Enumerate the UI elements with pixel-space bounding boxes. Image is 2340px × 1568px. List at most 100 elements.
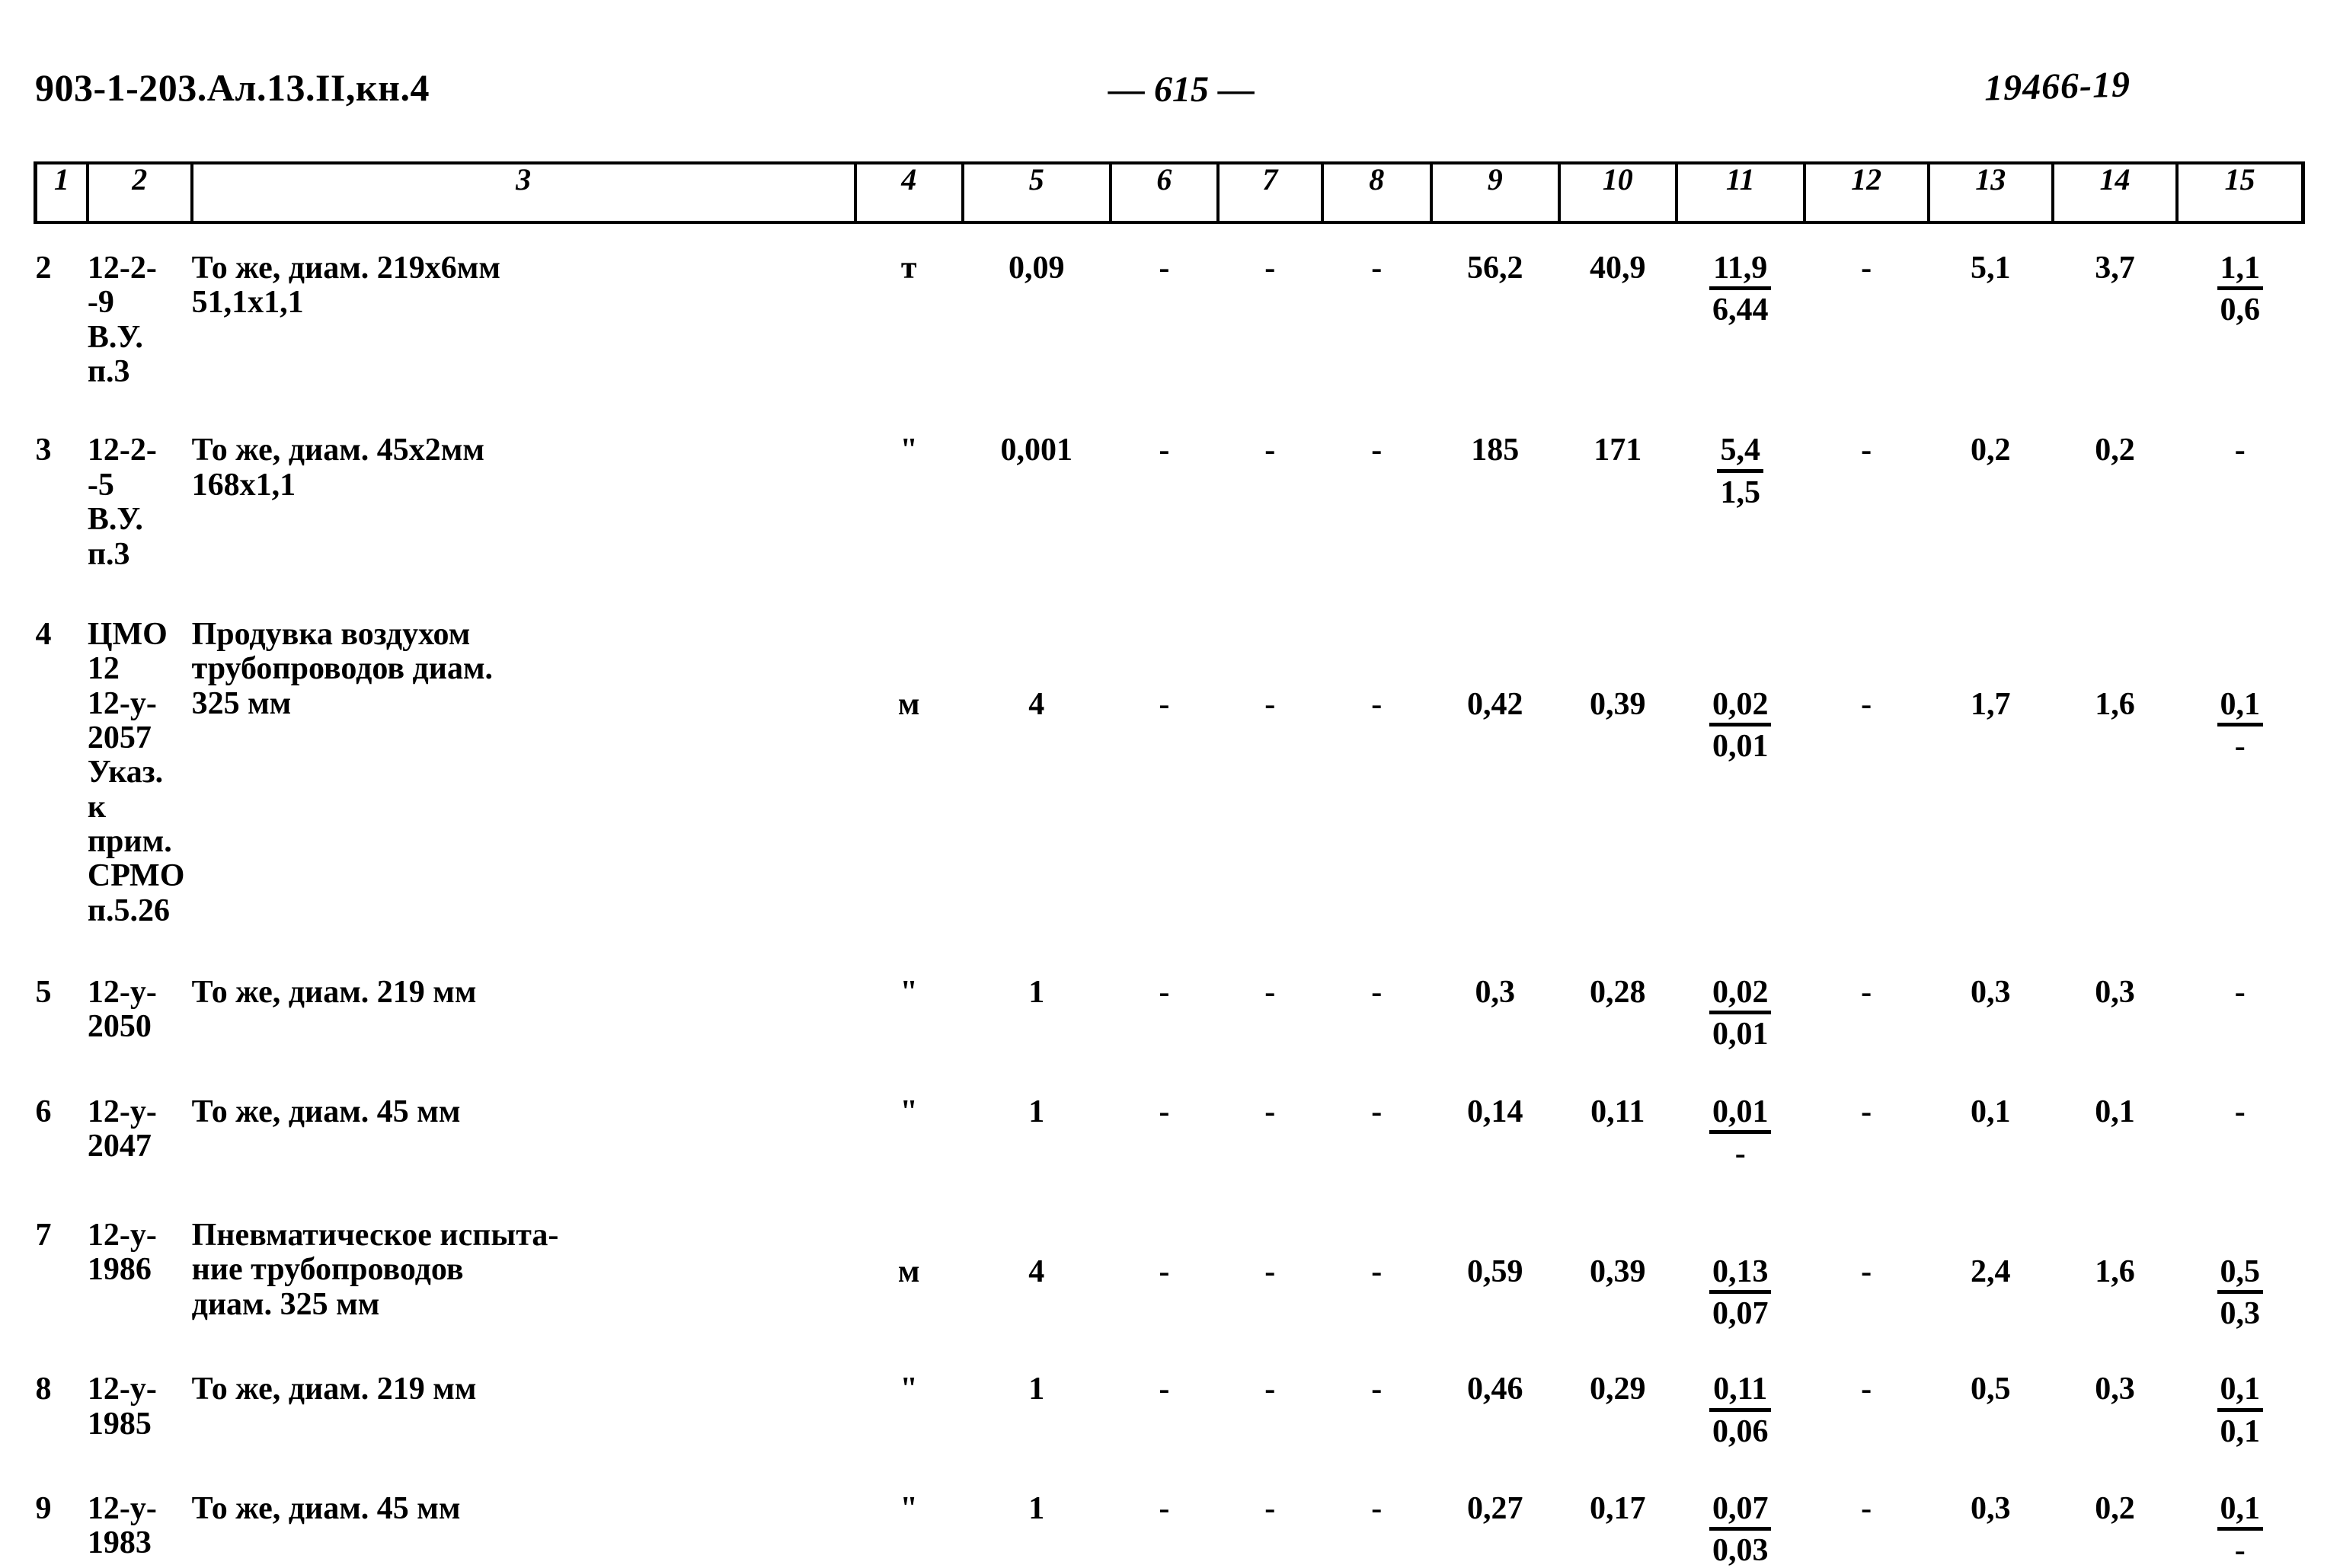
fraction-denominator: 0,3 bbox=[2220, 1296, 2261, 1332]
row-col8: - bbox=[1371, 1094, 1383, 1129]
row-col12: - bbox=[1861, 686, 1872, 722]
table-row: 2 12-2- -9 В.У. п.3 То же, диам. 219х6мм… bbox=[36, 251, 2303, 389]
row-col11: 0,02 0,01 bbox=[1677, 976, 1805, 1052]
fraction: 1,1 0,6 bbox=[2217, 251, 2264, 327]
table-row: 7 12-у- 1986 Пневматическое испыта- ние … bbox=[36, 1218, 2303, 1331]
table-row: 3 12-2- -5 В.У. п.3 То же, диам. 45х2мм … bbox=[35, 433, 2303, 572]
row-col13: 1,7 bbox=[1971, 686, 2011, 722]
row-col7: - bbox=[1264, 433, 1276, 468]
row-col9: 0,14 bbox=[1467, 1094, 1523, 1129]
column-header-15: 15 bbox=[2175, 161, 2306, 224]
row-col9: 0,3 bbox=[1475, 975, 1516, 1011]
row-col11: 0,11 0,06 bbox=[1677, 1372, 1805, 1448]
row-col5: 4 bbox=[1028, 1254, 1045, 1290]
fraction: 0,5 0,3 bbox=[2217, 1255, 2264, 1330]
fraction: 0,1 - bbox=[2217, 688, 2264, 763]
row-gap bbox=[36, 1171, 2303, 1218]
row-col8: - bbox=[1371, 1372, 1383, 1407]
table-row: 5 12-у- 2050 То же, диам. 219 мм " 1 - -… bbox=[36, 975, 2303, 1052]
row-unit: " bbox=[900, 1372, 918, 1407]
row-col12: - bbox=[1861, 433, 1872, 468]
row-number: 9 bbox=[35, 1490, 52, 1526]
row-code: 12-2- -9 В.У. п.3 bbox=[87, 251, 157, 390]
row-description: Продувка воздухом трубопроводов диам. 32… bbox=[191, 616, 494, 721]
row-code: ЦМО 12 12-у- 2057 Указ. к прим. СРМО п.5… bbox=[87, 616, 185, 928]
fraction: 0,01 - bbox=[1709, 1094, 1772, 1170]
row-col14: 1,6 bbox=[2095, 686, 2135, 722]
row-col11: 0,13 0,07 bbox=[1677, 1218, 1805, 1331]
stamp-number: 19466-19 bbox=[1984, 64, 2131, 109]
fraction-numerator: 0,11 bbox=[1709, 1372, 1772, 1412]
row-col14: 0,2 bbox=[2095, 1490, 2135, 1526]
row-col9: 0,59 bbox=[1467, 1254, 1523, 1290]
row-unit: м bbox=[897, 686, 920, 722]
row-col8: - bbox=[1371, 686, 1383, 722]
column-header-11: 11 bbox=[1674, 161, 1806, 224]
row-col6: - bbox=[1159, 975, 1170, 1011]
row-number: 7 bbox=[35, 1218, 52, 1253]
row-col11: 0,02 0,01 bbox=[1677, 618, 1805, 928]
fraction-numerator: 1,1 bbox=[2217, 251, 2264, 291]
column-header-row: 1 2 3 4 5 6 7 8 9 10 11 12 13 14 15 bbox=[33, 161, 2306, 224]
fraction: 5,4 1,5 bbox=[1717, 433, 1763, 509]
row-gap bbox=[36, 572, 2303, 618]
row-number: 8 bbox=[35, 1372, 52, 1407]
row-col7: - bbox=[1264, 1490, 1276, 1526]
row-unit: " bbox=[900, 1094, 918, 1129]
row-col15: - bbox=[2234, 1094, 2246, 1129]
fraction-denominator: 0,6 bbox=[2220, 292, 2261, 328]
row-code: 12-у- 1985 bbox=[87, 1372, 157, 1442]
row-col7: - bbox=[1264, 1094, 1276, 1129]
row-col12: - bbox=[1861, 1372, 1872, 1407]
row-col8: - bbox=[1371, 1490, 1383, 1526]
column-header-12: 12 bbox=[1802, 161, 1930, 224]
fraction-denominator: 1,5 bbox=[1720, 474, 1760, 510]
row-col10: 0,39 bbox=[1589, 1254, 1646, 1290]
row-col10: 40,9 bbox=[1589, 251, 1646, 286]
row-col5: 0,09 bbox=[1009, 251, 1065, 286]
row-col7: - bbox=[1264, 975, 1276, 1011]
fraction-denominator: 0,01 bbox=[1712, 728, 1769, 764]
row-col11: 0,01 - bbox=[1677, 1094, 1805, 1171]
fraction-denominator: 0,1 bbox=[2220, 1413, 2261, 1449]
row-col13: 0,3 bbox=[1971, 1490, 2011, 1526]
row-number: 2 bbox=[35, 251, 52, 286]
row-col5: 1 bbox=[1028, 1372, 1045, 1407]
page-header: 903-1-203.Ал.13.II,кн.4 — 615 — 19466-19 bbox=[0, 64, 2340, 126]
row-gap bbox=[36, 1331, 2303, 1372]
row-unit: " bbox=[900, 1490, 918, 1526]
row-number: 3 bbox=[35, 433, 52, 468]
fraction-numerator: 0,13 bbox=[1709, 1255, 1772, 1295]
table-row: 8 12-у- 1985 То же, диам. 219 мм " 1 - -… bbox=[36, 1372, 2303, 1448]
row-col15: 0,1 - bbox=[2177, 1492, 2303, 1568]
row-col13: 0,3 bbox=[1971, 975, 2011, 1011]
fraction-numerator: 0,02 bbox=[1709, 976, 1772, 1015]
row-gap bbox=[36, 1052, 2303, 1095]
row-col14: 0,3 bbox=[2095, 1372, 2135, 1407]
row-gap bbox=[36, 222, 2303, 251]
row-description: То же, диам. 219 мм bbox=[191, 1372, 477, 1407]
row-col7: - bbox=[1264, 251, 1276, 286]
fraction: 0,1 - bbox=[2217, 1492, 2264, 1567]
fraction: 0,11 0,06 bbox=[1709, 1372, 1772, 1448]
row-col15: 0,5 0,3 bbox=[2177, 1218, 2303, 1331]
row-col6: - bbox=[1159, 251, 1170, 286]
row-col11: 11,9 6,44 bbox=[1677, 251, 1805, 389]
row-code: 12-у- 2047 bbox=[87, 1094, 157, 1164]
row-col8: - bbox=[1371, 1254, 1383, 1290]
row-col6: - bbox=[1159, 1490, 1170, 1526]
row-col5: 1 bbox=[1028, 1490, 1045, 1526]
row-col10: 0,11 bbox=[1590, 1094, 1645, 1129]
row-code: 12-у- 2050 bbox=[87, 975, 157, 1045]
row-col8: - bbox=[1371, 433, 1383, 468]
row-col13: 0,5 bbox=[1971, 1372, 2011, 1407]
row-number: 4 bbox=[35, 616, 52, 652]
fraction-numerator: 0,1 bbox=[2217, 1372, 2264, 1412]
row-col5: 0,001 bbox=[1000, 433, 1073, 468]
fraction-denominator: 0,06 bbox=[1712, 1413, 1769, 1449]
fraction-numerator: 0,1 bbox=[2217, 688, 2264, 727]
fraction-numerator: 11,9 bbox=[1709, 251, 1772, 291]
fraction: 0,07 0,03 bbox=[1709, 1492, 1772, 1567]
row-col7: - bbox=[1264, 1254, 1276, 1290]
row-description: То же, диам. 219х6мм 51,1х1,1 bbox=[191, 251, 501, 321]
